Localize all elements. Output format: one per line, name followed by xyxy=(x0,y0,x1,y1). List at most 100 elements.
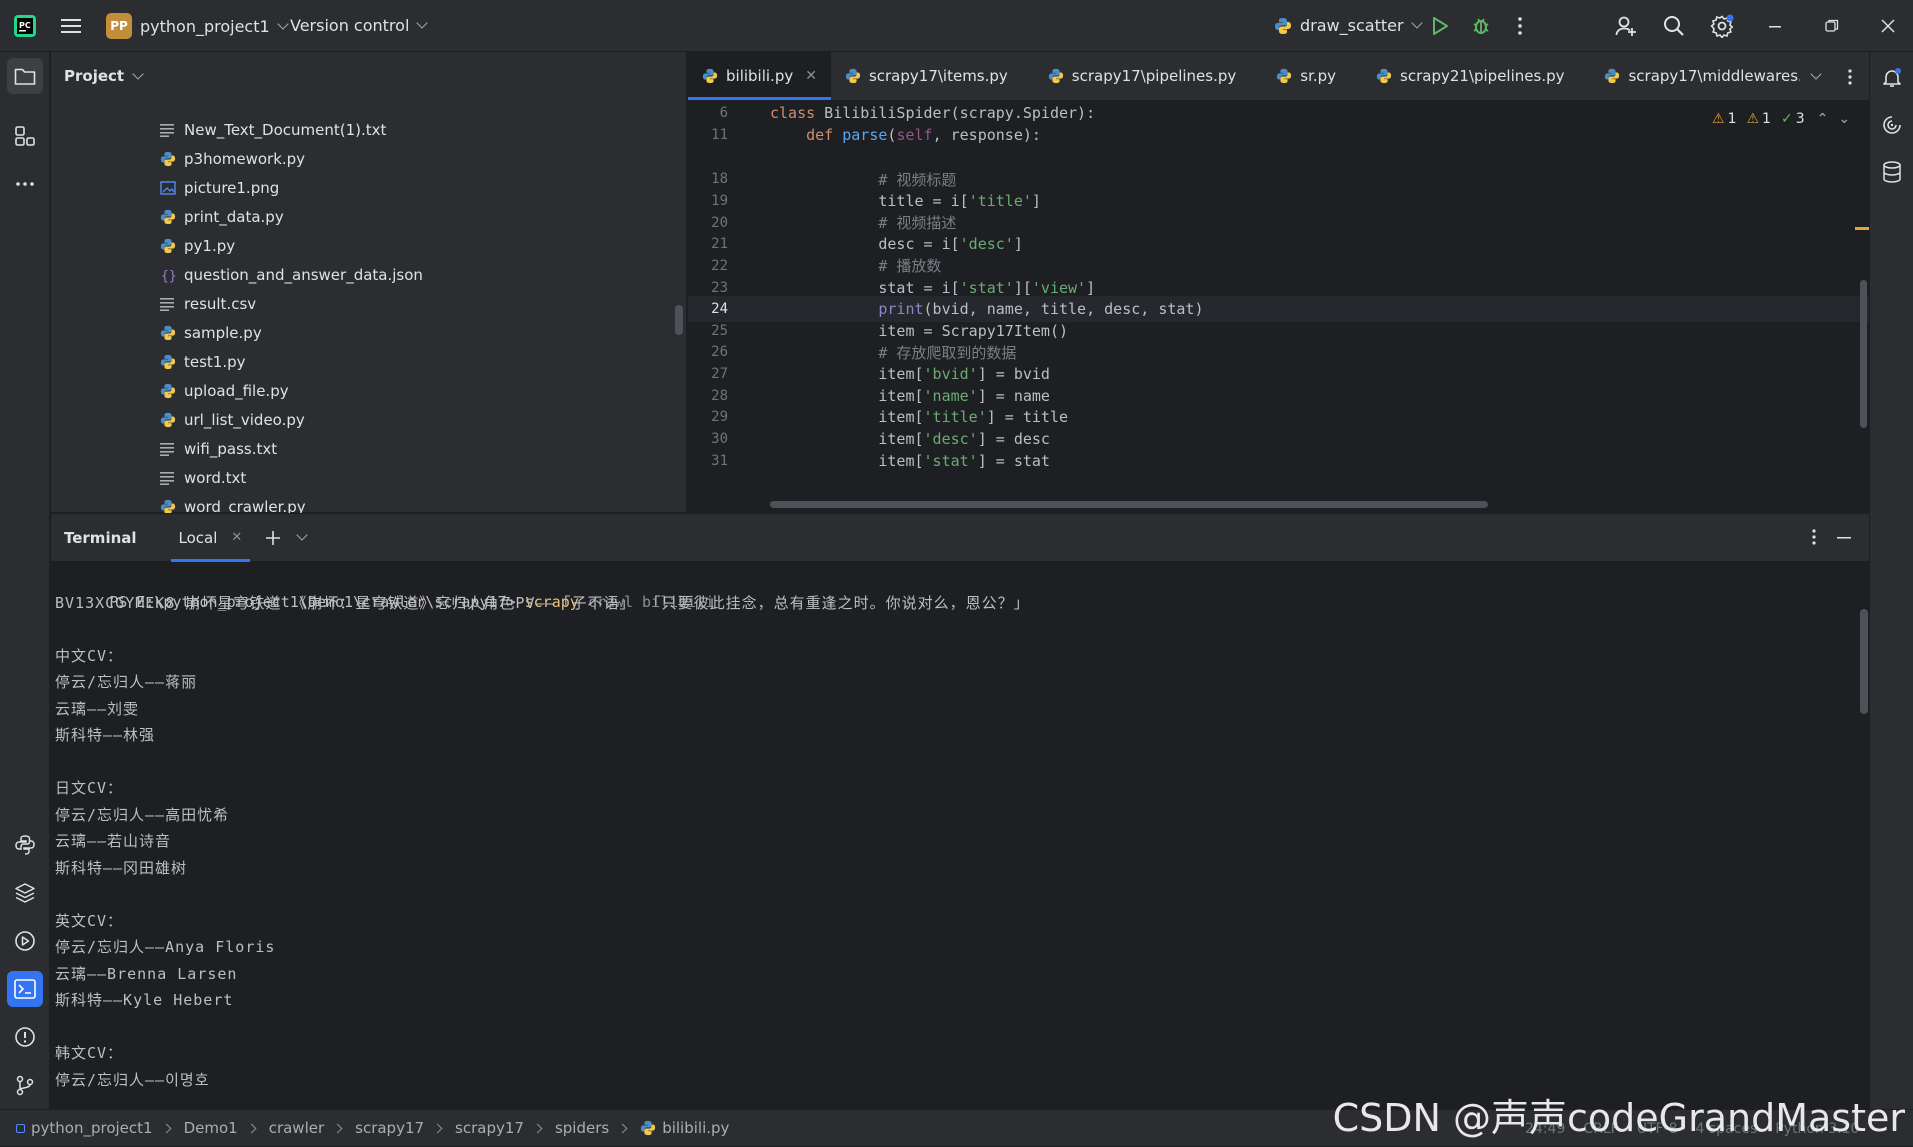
terminal-output-line: 停云/忘归人——高田忧希 xyxy=(55,805,230,824)
breadcrumb-item[interactable]: scrapy17 xyxy=(455,1119,524,1137)
run-icon[interactable] xyxy=(1430,16,1450,36)
terminal-output-line: 英文CV： xyxy=(55,911,124,930)
tab-sr-py[interactable]: sr.py xyxy=(1262,51,1350,100)
breadcrumb-item[interactable]: bilibili.py xyxy=(640,1119,729,1137)
breadcrumb-item[interactable]: spiders xyxy=(555,1119,609,1137)
code-text: def parse(self, response): xyxy=(806,125,1041,144)
close-tab-icon[interactable]: ✕ xyxy=(805,68,817,84)
line-number: 30 xyxy=(711,431,728,448)
problems-icon[interactable] xyxy=(7,1019,43,1055)
breadcrumb-item[interactable]: python_project1 xyxy=(16,1119,153,1137)
notifications-bell-icon[interactable] xyxy=(1876,62,1908,94)
code-text: class BilibiliSpider(scrapy.Spider): xyxy=(770,104,1096,123)
debug-icon[interactable] xyxy=(1470,15,1492,37)
project-panel-header[interactable]: Project xyxy=(51,52,686,100)
terminal-output[interactable]: PS E:\python_project1\Demo1\crawler\scra… xyxy=(55,563,1855,1109)
editor-horizontal-scrollbar[interactable] xyxy=(770,501,1488,508)
file-tree-item[interactable]: word.txt xyxy=(159,463,246,492)
file-tree-item[interactable]: sample.py xyxy=(159,318,262,347)
line-number: 28 xyxy=(711,387,728,404)
terminal-output-line: 停云/忘归人——이명호 xyxy=(55,1070,210,1089)
git-branch-icon[interactable] xyxy=(7,1067,43,1103)
file-tree-item[interactable]: wifi_pass.txt xyxy=(159,434,277,463)
file-tree-item[interactable]: result.csv xyxy=(159,289,256,318)
code-text: item['name'] = name xyxy=(770,386,1050,405)
warning-stripe-marker[interactable] xyxy=(1855,227,1869,230)
inspection-widget[interactable]: ⚠ 1 ⚠ 1 ✓ 3 ⌃ ⌄ xyxy=(1712,108,1851,130)
version-control-menu[interactable]: Version control xyxy=(290,16,429,35)
more-tools-icon[interactable] xyxy=(7,166,43,202)
terminal-tab-local[interactable]: Local ✕ xyxy=(170,514,251,562)
hide-terminal-icon[interactable] xyxy=(1836,529,1852,545)
file-tree-item[interactable]: New_Text_Document(1).txt xyxy=(159,115,386,144)
minimize-icon[interactable] xyxy=(1768,18,1784,34)
structure-icon[interactable] xyxy=(7,118,43,154)
project-scrollbar[interactable] xyxy=(675,305,683,335)
python-packages-icon[interactable] xyxy=(7,875,43,911)
next-highlight-icon[interactable]: ⌄ xyxy=(1838,111,1850,127)
tab-scrapy21-pipelines-py[interactable]: scrapy21\pipelines.py xyxy=(1362,51,1578,100)
line-number: 11 xyxy=(711,126,728,143)
settings-gear-icon[interactable] xyxy=(1709,13,1735,39)
breadcrumb-item[interactable]: crawler xyxy=(269,1119,324,1137)
file-tree-item[interactable]: picture1.png xyxy=(159,173,279,202)
code-line[interactable]: 31 item['stat'] = stat xyxy=(688,447,1869,474)
project-panel-title: Project xyxy=(64,67,125,85)
breadcrumb-item[interactable]: scrapy17 xyxy=(355,1119,424,1137)
code-text: print(bvid, name, title, desc, stat) xyxy=(878,300,1204,319)
breadcrumb-label: python_project1 xyxy=(31,1119,153,1137)
project-selector[interactable]: PP python_project1 xyxy=(106,13,289,39)
new-terminal-plus-icon[interactable] xyxy=(264,529,282,547)
tabs-more-icon[interactable] xyxy=(1845,68,1855,86)
image-file-icon xyxy=(159,179,177,197)
tab-items-py[interactable]: scrapy17\items.py xyxy=(831,51,1022,100)
more-actions-icon[interactable] xyxy=(1512,16,1528,36)
line-number: 6 xyxy=(719,105,728,122)
previous-highlight-icon[interactable]: ⌃ xyxy=(1817,111,1829,127)
typo-count: 3 xyxy=(1795,111,1805,127)
services-icon[interactable] xyxy=(7,923,43,959)
editor-area: bilibili.py ✕ scrapy17\items.py scrapy17… xyxy=(688,51,1869,512)
breadcrumb-separator-icon xyxy=(161,1123,172,1133)
tabs-overflow-chevron-icon[interactable] xyxy=(1810,68,1822,80)
breadcrumb-label: Demo1 xyxy=(183,1119,238,1137)
file-tree-item[interactable]: test1.py xyxy=(159,347,246,376)
terminal-icon[interactable] xyxy=(7,971,43,1007)
breadcrumb-label: scrapy17 xyxy=(455,1119,524,1137)
file-tree-item[interactable]: py1.py xyxy=(159,231,235,260)
file-tree-item[interactable]: print_data.py xyxy=(159,202,284,231)
file-tree-item[interactable]: {} question_and_answer_data.json xyxy=(159,260,423,289)
tab-pipelines-py[interactable]: scrapy17\pipelines.py xyxy=(1034,51,1250,100)
database-icon[interactable] xyxy=(1876,156,1908,188)
ai-assistant-icon[interactable] xyxy=(1876,109,1908,141)
breadcrumb-item[interactable]: Demo1 xyxy=(184,1119,238,1137)
python-console-icon[interactable] xyxy=(7,827,43,863)
breadcrumb-separator-icon xyxy=(532,1123,543,1133)
sticky-code-line[interactable]: 11 def parse(self, response): xyxy=(688,121,1869,148)
file-tree-item[interactable]: upload_file.py xyxy=(159,376,289,405)
terminal-scrollbar[interactable] xyxy=(1860,609,1868,714)
file-name: p3homework.py xyxy=(184,149,306,168)
search-icon[interactable] xyxy=(1662,14,1686,38)
line-number: 24 xyxy=(711,301,728,318)
line-number: 18 xyxy=(711,171,728,188)
run-config-selector[interactable]: draw_scatter xyxy=(1274,16,1423,35)
pycharm-logo-icon[interactable]: PC xyxy=(13,14,37,38)
python-file-icon xyxy=(159,382,177,400)
terminal-options-chevron-icon[interactable] xyxy=(296,529,308,541)
main-menu-icon[interactable] xyxy=(60,16,82,36)
tab-middlewares-py[interactable]: scrapy17\middlewares.py xyxy=(1590,51,1800,100)
file-tree-item[interactable]: p3homework.py xyxy=(159,144,305,173)
terminal-output-line: 斯科特——林强 xyxy=(55,726,156,744)
close-terminal-tab-icon[interactable]: ✕ xyxy=(231,530,242,545)
file-name: New_Text_Document(1).txt xyxy=(184,120,387,139)
terminal-more-icon[interactable] xyxy=(1809,527,1819,547)
tab-bilibili-py[interactable]: bilibili.py ✕ xyxy=(688,51,831,100)
file-tree-item[interactable]: url_list_video.py xyxy=(159,405,305,434)
project-folder-icon[interactable] xyxy=(7,58,43,94)
add-user-icon[interactable] xyxy=(1614,14,1638,38)
code-view[interactable]: 18 # 视频标题 19 title = i['title'] 20 # 视频描述 2… xyxy=(688,102,1869,512)
restore-icon[interactable] xyxy=(1824,18,1840,34)
close-icon[interactable] xyxy=(1880,18,1896,34)
editor-vertical-scrollbar[interactable] xyxy=(1860,280,1867,428)
